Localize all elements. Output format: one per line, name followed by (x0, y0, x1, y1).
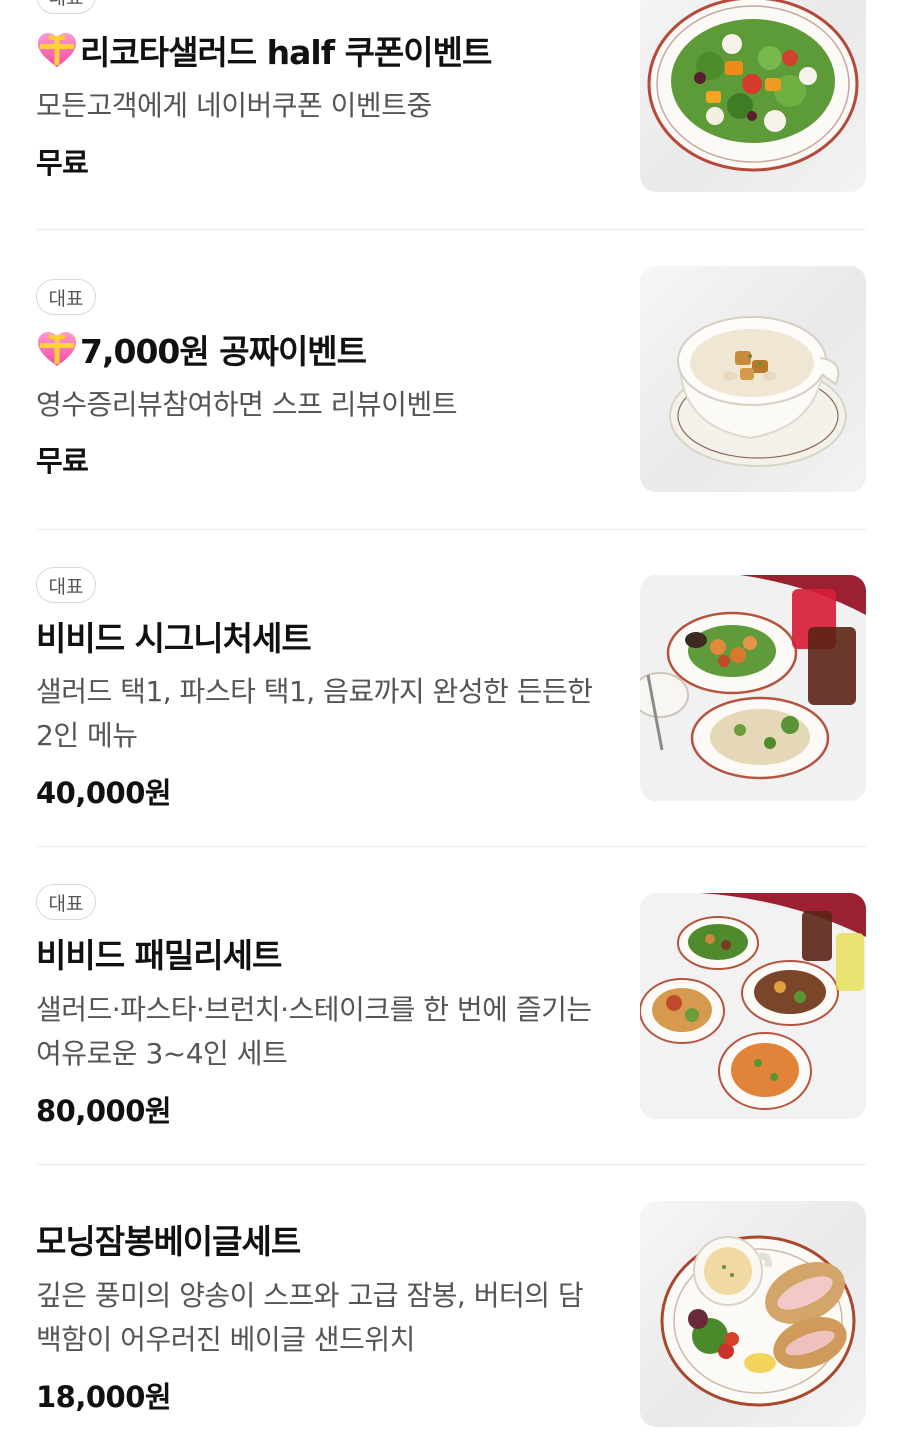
salad-plate-photo[interactable] (640, 0, 866, 192)
menu-item-description: 깊은 풍미의 양송이 스프와 고급 잠봉, 버터의 담백함이 어우러진 베이글 … (36, 1279, 584, 1356)
divider (36, 229, 866, 230)
menu-item-price: 무료 (36, 444, 89, 478)
menu-item-price: 80,000원 (36, 1094, 172, 1128)
menu-item-description: 샐러드 택1, 파스타 택1, 음료까지 완성한 든든한 2인 메뉴 (36, 675, 593, 752)
signature-set-photo[interactable] (640, 575, 866, 801)
divider (36, 1164, 866, 1165)
representative-badge: 대표 (36, 884, 96, 920)
menu-item-price: 무료 (36, 146, 89, 180)
gift-heart-icon (36, 330, 78, 368)
representative-badge: 대표 (36, 279, 96, 315)
menu-item-description: 영수증리뷰참여하면 스프 리뷰이벤트 (36, 388, 457, 421)
menu-item-price: 18,000원 (36, 1380, 172, 1414)
representative-badge: 대표 (36, 567, 96, 603)
divider (36, 529, 866, 530)
representative-badge: 대표 (36, 0, 96, 14)
menu-item-title: 비비드 패밀리세트 (36, 936, 282, 975)
menu-item-price: 40,000원 (36, 776, 172, 810)
menu-item-title: 비비드 시그니처세트 (36, 619, 312, 658)
soup-bowl-photo[interactable] (640, 266, 866, 492)
menu-item-title: 7,000원 공짜이벤트 (80, 332, 367, 371)
bagel-set-photo[interactable] (640, 1201, 866, 1427)
divider (36, 846, 866, 847)
family-set-photo[interactable] (640, 893, 866, 1119)
menu-item-description: 모든고객에게 네이버쿠폰 이벤트중 (36, 89, 432, 122)
menu-item-title: 리코타샐러드 half 쿠폰이벤트 (80, 33, 492, 72)
gift-heart-icon (36, 31, 78, 69)
menu-item-description: 샐러드·파스타·브런치·스테이크를 한 번에 즐기는 여유로운 3~4인 세트 (36, 993, 592, 1070)
menu-list: 대표 리코타샐러드 half 쿠폰이벤트 모든고객에게 네이버쿠폰 이벤트중 무… (0, 0, 900, 1435)
menu-item-title: 모닝잠봉베이글세트 (36, 1222, 301, 1261)
